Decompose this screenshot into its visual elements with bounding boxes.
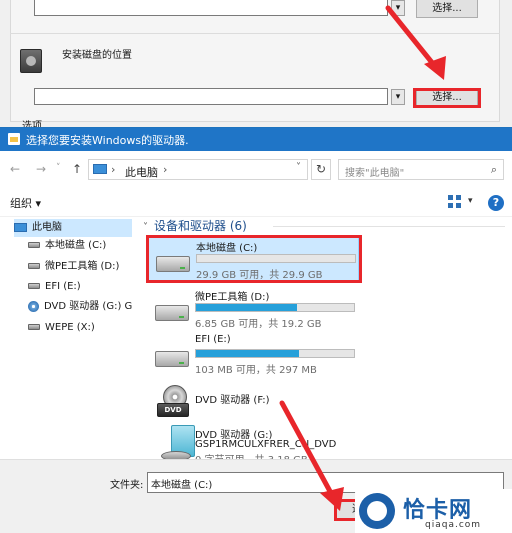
nav-item-label: 此电脑 [32, 222, 62, 233]
select-iso-button[interactable]: 选择... [416, 0, 478, 18]
hard-drive-icon [28, 242, 40, 248]
nav-item-drive-e[interactable]: EFI (E:) [28, 278, 81, 296]
drive-usage-fill [196, 350, 299, 357]
install-location-dropdown-button[interactable]: ▾ [391, 89, 405, 105]
folder-icon [8, 133, 20, 145]
install-location-label: 安装磁盘的位置 [62, 50, 132, 61]
iso-path-dropdown-button[interactable]: ▾ [391, 0, 405, 16]
divider [10, 33, 500, 34]
nav-item-label: 本地磁盘 (C:) [45, 240, 107, 251]
hard-drive-icon [28, 283, 40, 289]
nav-item-label: 微PE工具箱 (D:) [45, 261, 120, 272]
drive-usage-bar [195, 349, 355, 358]
chevron-right-icon[interactable]: › [111, 163, 115, 176]
installer-window: ▾ 选择... 安装磁盘的位置 ▾ 选择... 选项 [0, 0, 512, 132]
hard-drive-icon [155, 305, 189, 321]
install-disk-icon [20, 49, 42, 73]
hard-drive-icon [155, 351, 189, 367]
hard-drive-icon [28, 263, 40, 269]
refresh-icon[interactable]: ↻ [311, 159, 331, 180]
view-dropdown-icon[interactable]: ▾ [468, 196, 473, 206]
group-header-devices[interactable]: ˅ 设备和驱动器 (6) [143, 217, 247, 235]
dvd-icon [28, 300, 39, 312]
highlight-box-select-button [413, 88, 481, 108]
nav-item-this-pc[interactable]: 此电脑 [14, 219, 132, 237]
drive-space-info: 0 字节可用，共 3.18 GB [195, 451, 308, 459]
drive-name: EFI (E:) [195, 334, 231, 345]
drive-tile-e[interactable]: EFI (E:) 103 MB 可用，共 297 MB [147, 333, 359, 377]
view-options-icon[interactable] [448, 195, 462, 209]
nav-item-drive-c[interactable]: 本地磁盘 (C:) [28, 237, 106, 255]
recent-locations-dropdown-icon[interactable]: ˅ [56, 163, 61, 173]
drive-usage-fill [196, 304, 298, 311]
dialog-toolbar: 组织 ▾ ▾ ? [0, 189, 512, 217]
computer-icon [93, 164, 107, 174]
iso-path-field[interactable] [34, 0, 388, 16]
navigation-pane: 此电脑 本地磁盘 (C:) 微PE工具箱 (D:) EFI (E:) DVD 驱… [0, 217, 137, 459]
dvd-badge: DVD [157, 403, 189, 417]
install-location-field[interactable] [34, 88, 388, 105]
forward-arrow-icon[interactable]: → [36, 162, 46, 176]
folder-value: 本地磁盘 (C:) [151, 480, 213, 491]
drive-tile-f[interactable]: DVD DVD 驱动器 (F:) [147, 383, 359, 427]
dialog-title: 选择您要安装Windows的驱动器. [26, 134, 189, 147]
hard-drive-icon [28, 324, 40, 330]
group-title: 设备和驱动器 (6) [154, 219, 247, 233]
dvd-media-icon [157, 425, 195, 459]
drive-space-info: 103 MB 可用，共 297 MB [195, 365, 317, 376]
group-divider [273, 226, 505, 227]
folder-label: 文件夹: [110, 480, 144, 491]
nav-item-label: DVD 驱动器 (G:) G [44, 301, 133, 312]
back-arrow-icon[interactable]: ← [10, 162, 20, 176]
address-location[interactable]: 此电脑 [125, 164, 158, 180]
drive-tile-g[interactable]: DVD 驱动器 (G:) GSP1RMCULXFRER_CN_DVD 0 字节可… [147, 423, 359, 459]
up-arrow-icon[interactable]: ↑ [72, 162, 82, 176]
watermark-url: qiaqa.com [425, 520, 482, 530]
nav-item-drive-d[interactable]: 微PE工具箱 (D:) [28, 258, 119, 276]
nav-item-label: WEPE (X:) [45, 322, 95, 333]
select-drive-dialog: 选择您要安装Windows的驱动器. ← → ˅ ↑ › 此电脑 › ˅ ↻ 搜… [0, 127, 512, 533]
site-watermark: 恰卡网 qiaqa.com [355, 489, 512, 533]
drive-tile-d[interactable]: 微PE工具箱 (D:) 6.85 GB 可用，共 19.2 GB [147, 287, 359, 331]
chevron-down-icon[interactable]: ˅ [143, 222, 148, 233]
drive-volume-label: GSP1RMCULXFRER_CN_DVD [195, 439, 337, 450]
computer-icon [14, 222, 27, 232]
content-pane: ˅ 设备和驱动器 (6) 本地磁盘 (C:) 29.9 GB 可用，共 29.9 … [137, 217, 512, 459]
chevron-right-icon[interactable]: › [163, 163, 167, 176]
highlight-box-drive-c [146, 235, 362, 283]
nav-item-drive-x[interactable]: WEPE (X:) [28, 319, 95, 337]
drive-usage-bar [195, 303, 355, 312]
address-row: ← → ˅ ↑ › 此电脑 › ˅ ↻ 搜索"此电脑" ⌕ [0, 151, 512, 189]
dialog-titlebar[interactable]: 选择您要安装Windows的驱动器. [0, 128, 512, 151]
organize-menu-button[interactable]: 组织 ▾ [10, 195, 41, 211]
search-icon: ⌕ [490, 163, 497, 176]
help-icon[interactable]: ? [488, 195, 504, 211]
search-input[interactable]: 搜索"此电脑" ⌕ [338, 159, 504, 180]
drive-name: DVD 驱动器 (F:) [195, 395, 270, 406]
search-placeholder: 搜索"此电脑" [345, 168, 405, 179]
nav-item-drive-g[interactable]: DVD 驱动器 (G:) G [28, 298, 132, 316]
drive-name: 微PE工具箱 (D:) [195, 292, 270, 303]
address-bar[interactable]: › 此电脑 › [88, 159, 308, 180]
dvd-drive-icon: DVD [157, 385, 189, 419]
nav-item-label: EFI (E:) [45, 281, 81, 292]
drive-space-info: 6.85 GB 可用，共 19.2 GB [195, 319, 322, 330]
address-history-dropdown-icon[interactable]: ˅ [296, 162, 301, 173]
watermark-logo-icon [359, 493, 395, 529]
